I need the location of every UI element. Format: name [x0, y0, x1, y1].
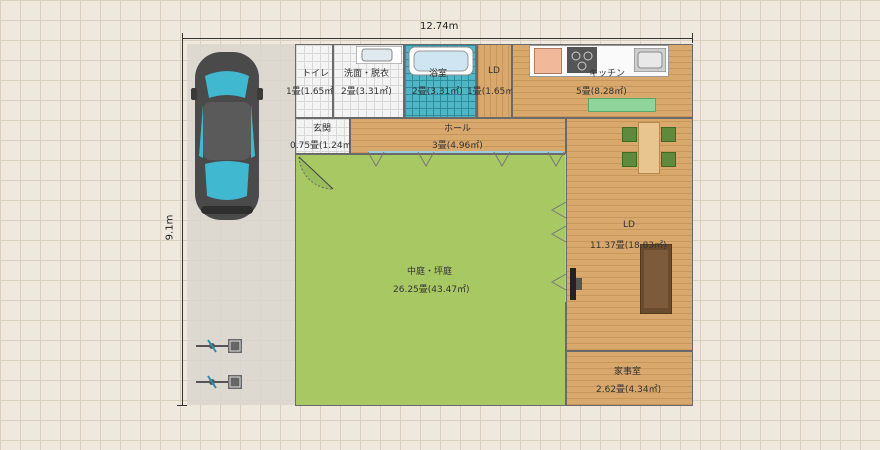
sink-icon: [356, 46, 402, 64]
dining-chair-icon: [661, 127, 676, 142]
kitchen-bar-stools: [588, 98, 656, 112]
sink-icon: [634, 48, 666, 72]
room-courtyard-area: 26.25畳(43.47㎡): [393, 285, 470, 295]
glass-partition-top: [368, 151, 564, 168]
car-icon: [191, 52, 263, 220]
room-utility-area: 2.62畳(4.34㎡): [596, 385, 662, 395]
room-washroom-area: 2畳(3.31㎡): [341, 87, 392, 97]
room-ld-area: 11.37畳(18.83㎡): [590, 241, 667, 251]
width-dimension-label: 12.74m: [420, 21, 459, 32]
room-washroom-name: 洗面・脱衣: [344, 69, 390, 79]
width-dimension-line: [182, 38, 693, 39]
dining-chair-icon: [622, 152, 637, 167]
height-dimension-line: [182, 43, 183, 405]
dining-table: [638, 122, 660, 174]
room-utility-name: 家事室: [614, 367, 642, 377]
room-hall-name: ホール: [444, 124, 472, 134]
room-ld-small[interactable]: [477, 44, 512, 118]
room-bath-area: 2畳(3.31㎡): [412, 87, 463, 97]
glass-partition-right: [550, 154, 567, 302]
room-ld-small-name: LD: [488, 66, 500, 76]
room-ld-small-area: 1畳(1.65㎡): [467, 87, 518, 97]
dining-chair-icon: [622, 127, 637, 142]
room-bath-name: 浴室: [429, 69, 448, 79]
tv-icon: [570, 268, 582, 300]
room-toilet-name: トイレ: [302, 69, 330, 79]
width-dimension-tick-right: [692, 33, 693, 43]
room-toilet-area: 1畳(1.65㎡): [286, 87, 337, 97]
room-courtyard-name: 中庭・坪庭: [407, 267, 453, 277]
room-courtyard[interactable]: [295, 154, 566, 406]
dining-chair-icon: [661, 152, 676, 167]
room-entrance-area: 0.75畳(1.24㎡): [290, 141, 356, 151]
height-dimension-label: 9.1m: [164, 214, 176, 241]
height-dimension-tick-bottom: [177, 405, 187, 406]
room-utility[interactable]: [566, 351, 693, 406]
bicycle-icon: [196, 339, 242, 353]
entrance-door-swing: [298, 156, 334, 190]
sofa-icon: [640, 244, 672, 314]
width-dimension-tick-left: [182, 33, 183, 43]
room-kitchen-area: 5畳(8.28㎡): [576, 87, 627, 97]
room-toilet[interactable]: [295, 44, 333, 118]
bicycle-icon: [196, 375, 242, 389]
room-entrance-name: 玄関: [313, 124, 332, 134]
kitchen-fridge: [534, 48, 562, 74]
room-kitchen-name: キッチン: [589, 69, 626, 79]
room-ld-name: LD: [623, 220, 635, 230]
